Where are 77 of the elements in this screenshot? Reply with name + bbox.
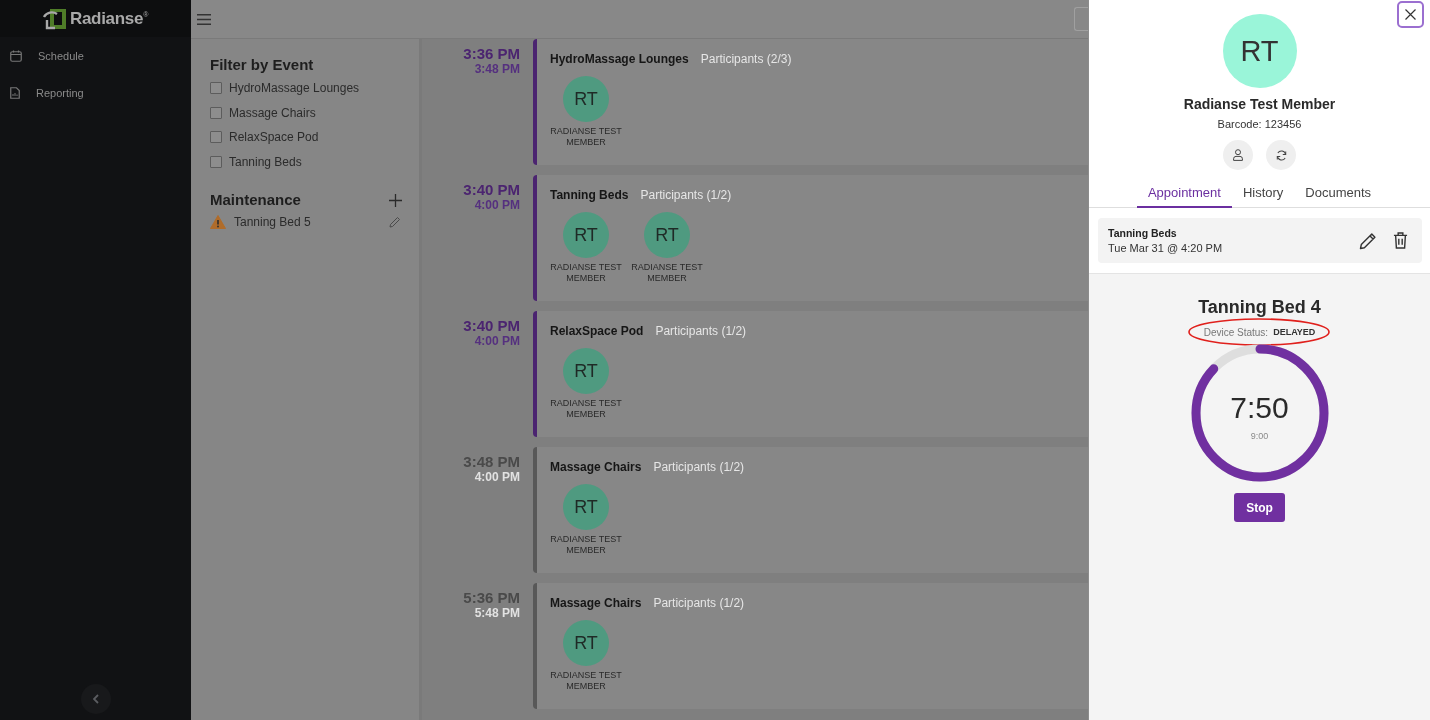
- pencil-icon: [1359, 231, 1377, 250]
- appointment-time: Tue Mar 31 @ 4:20 PM: [1108, 242, 1223, 254]
- maintenance-title: Maintenance: [210, 191, 301, 209]
- time-total: 9:00: [1250, 431, 1269, 441]
- participants-count: Participants (1/2): [653, 596, 745, 610]
- add-button[interactable]: [389, 193, 402, 207]
- start-time: 3:40 PM: [463, 181, 520, 198]
- member-name: RADIANSE TEST MEMBER: [549, 670, 623, 692]
- appointment-card[interactable]: Tanning Beds Participants (1/2) RT RADIANSE TEST MEMBER RT RADIANSE TEST MEMBER: [533, 175, 1088, 301]
- appointment-title: Tanning Beds: [1108, 227, 1178, 239]
- member-name: RADIANSE TEST MEMBER: [549, 262, 623, 284]
- maintenance-item: Tanning Bed 5: [234, 215, 312, 229]
- logo-icon: [42, 7, 67, 30]
- member-name: RADIANSE TEST MEMBER: [549, 534, 623, 556]
- tab[interactable]: Appointment: [1136, 178, 1232, 208]
- delete-button[interactable]: [1393, 231, 1408, 250]
- member-avatar: RT: [1222, 14, 1297, 88]
- trash-icon: [1393, 232, 1408, 249]
- chevron-left-icon: [92, 694, 99, 704]
- start-time: 3:36 PM: [463, 45, 520, 62]
- end-time: 3:48 PM: [474, 62, 520, 77]
- filter-checkbox[interactable]: Tanning Beds: [210, 149, 402, 174]
- appointment-card[interactable]: HydroMassage Lounges Participants (2/3) RT RADIANSE TEST MEMBER: [533, 39, 1088, 165]
- nav-item[interactable]: Schedule: [0, 37, 191, 74]
- start-time: 3:40 PM: [463, 317, 520, 334]
- status-value: DELAYED: [1273, 327, 1316, 337]
- participants-count: Participants (1/2): [653, 460, 745, 474]
- time-remaining: 7:50: [1230, 391, 1289, 425]
- appointment-card[interactable]: RelaxSpace Pod Participants (1/2) RT RADIANSE TEST MEMBER: [533, 311, 1088, 437]
- event-title: Tanning Beds: [550, 188, 629, 202]
- nav-item[interactable]: Reporting: [0, 74, 191, 111]
- participants-count: Participants (1/2): [640, 188, 732, 202]
- edit-button[interactable]: [1359, 231, 1377, 250]
- refresh-button[interactable]: [1266, 140, 1296, 170]
- barcode-text: Barcode: 123456: [1217, 118, 1302, 131]
- member-name: RADIANSE TEST MEMBER: [549, 398, 623, 420]
- event-title: RelaxSpace Pod: [550, 324, 644, 338]
- member-name: RADIANSE TEST MEMBER: [630, 262, 704, 284]
- close-icon: [1405, 9, 1416, 20]
- stop-button[interactable]: Stop: [1234, 493, 1285, 522]
- member-avatar[interactable]: RT: [563, 348, 609, 394]
- appointment-card[interactable]: Massage Chairs Participants (1/2) RT RADIANSE TEST MEMBER: [533, 583, 1088, 709]
- end-time: 4:00 PM: [474, 198, 520, 213]
- calendar-icon: [10, 49, 22, 62]
- filter-title: Filter by Event: [210, 56, 315, 74]
- end-time: 4:00 PM: [474, 334, 520, 349]
- end-time: 4:00 PM: [474, 470, 520, 485]
- close-button[interactable]: [1397, 1, 1424, 28]
- member-avatar[interactable]: RT: [563, 620, 609, 666]
- member-avatar[interactable]: RT: [644, 212, 690, 258]
- pencil-icon: [389, 216, 401, 228]
- menu-icon: [197, 13, 211, 25]
- member-avatar[interactable]: RT: [563, 212, 609, 258]
- filter-checkbox[interactable]: RelaxSpace Pod: [210, 125, 402, 150]
- document-icon: [10, 86, 20, 99]
- tab[interactable]: History: [1231, 178, 1295, 208]
- member-avatar[interactable]: RT: [563, 484, 609, 530]
- filter-checkbox[interactable]: Massage Chairs: [210, 100, 402, 125]
- tab[interactable]: Documents: [1294, 178, 1383, 208]
- event-title: HydroMassage Lounges: [550, 52, 689, 66]
- member-name: Radianse Test Member: [1183, 96, 1336, 112]
- appointment-card[interactable]: Massage Chairs Participants (1/2) RT RADIANSE TEST MEMBER: [533, 447, 1088, 573]
- status-label: Device Status:: [1203, 326, 1269, 338]
- logo-text: Radianse$^{®}$: [69, 8, 148, 29]
- person-icon: [1233, 149, 1243, 161]
- event-title: Massage Chairs: [550, 460, 642, 474]
- plus-icon: [389, 193, 402, 207]
- refresh-icon: [1275, 149, 1287, 161]
- end-time: 5:48 PM: [474, 606, 520, 621]
- participants-count: Participants (2/3): [700, 52, 792, 66]
- event-title: Massage Chairs: [550, 596, 642, 610]
- member-name: RADIANSE TEST MEMBER: [549, 126, 623, 148]
- participants-count: Participants (1/2): [655, 324, 747, 338]
- filter-checkbox[interactable]: HydroMassage Lounges: [210, 76, 402, 101]
- profile-button[interactable]: [1223, 140, 1253, 170]
- member-avatar[interactable]: RT: [563, 76, 609, 122]
- device-name: Tanning Bed 4: [1198, 296, 1321, 318]
